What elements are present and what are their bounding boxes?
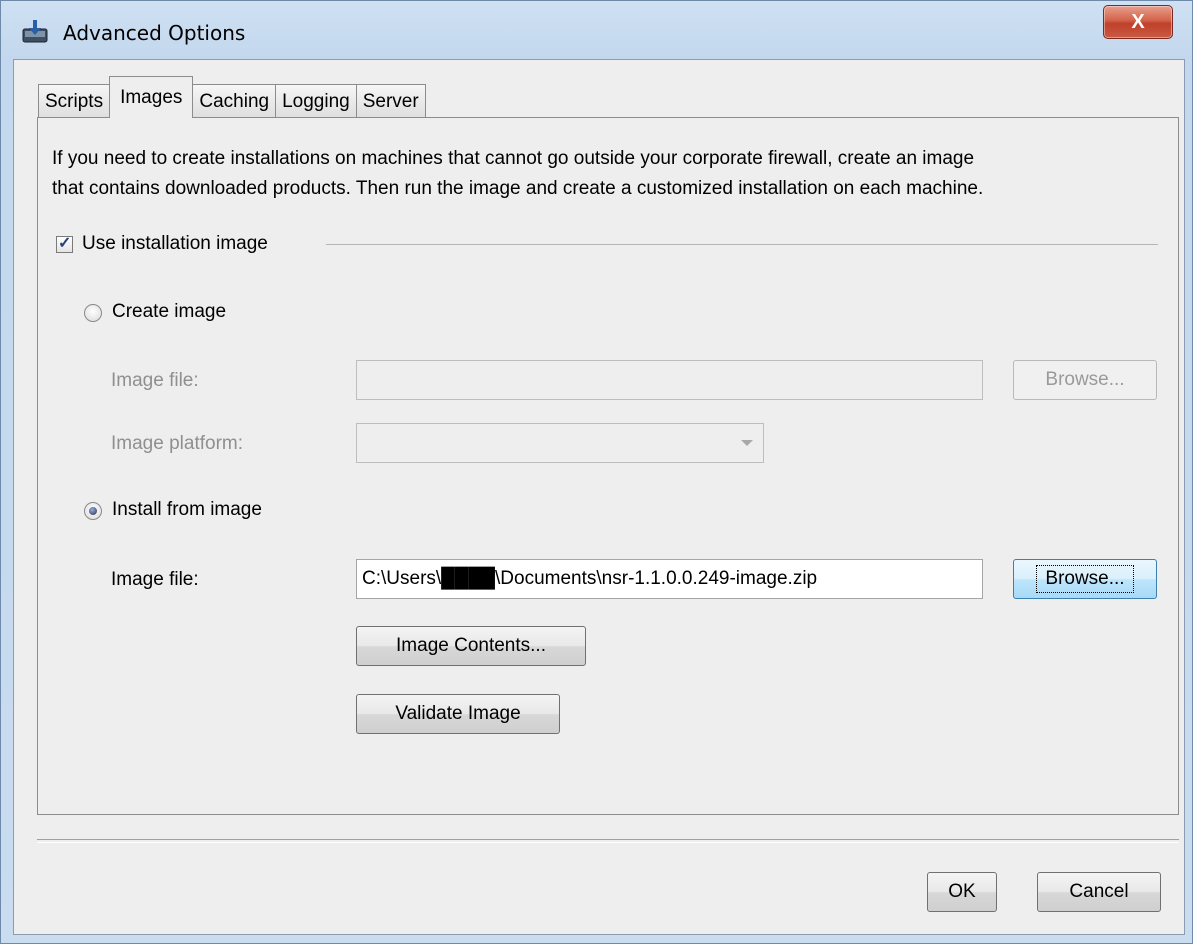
ok-button[interactable]: OK bbox=[927, 872, 997, 912]
create-image-browse-button[interactable]: Browse... bbox=[1013, 360, 1157, 400]
description-line-2: that contains downloaded products. Then … bbox=[52, 178, 984, 199]
tab-scripts[interactable]: Scripts bbox=[38, 84, 111, 118]
close-button[interactable]: X bbox=[1103, 5, 1173, 39]
image-platform-label: Image platform: bbox=[111, 433, 243, 454]
install-image-browse-label: Browse... bbox=[1036, 565, 1134, 593]
tab-logging[interactable]: Logging bbox=[275, 84, 357, 118]
tab-strip: Scripts Images Caching Logging Server bbox=[38, 76, 426, 118]
images-tab-panel: If you need to create installations on m… bbox=[37, 117, 1179, 815]
create-image-radio[interactable] bbox=[84, 304, 102, 322]
group-divider bbox=[326, 244, 1158, 245]
footer-separator bbox=[37, 839, 1179, 843]
install-image-browse-button[interactable]: Browse... bbox=[1013, 559, 1157, 599]
description-line-1: If you need to create installations on m… bbox=[52, 148, 975, 169]
create-image-label: Create image bbox=[112, 301, 227, 322]
install-image-file-input[interactable]: C:\Users\████\Documents\nsr-1.1.0.0.249-… bbox=[356, 559, 983, 599]
validate-image-button[interactable]: Validate Image bbox=[356, 694, 560, 734]
tab-caching[interactable]: Caching bbox=[192, 84, 277, 118]
radio-selected-dot bbox=[89, 507, 97, 515]
image-platform-select[interactable] bbox=[356, 423, 764, 463]
dialog-client-area: Scripts Images Caching Logging Server If… bbox=[13, 59, 1185, 935]
install-image-file-label: Image file: bbox=[111, 569, 199, 590]
tab-server[interactable]: Server bbox=[355, 84, 426, 118]
window-title: Advanced Options bbox=[63, 21, 246, 45]
create-image-file-input[interactable] bbox=[356, 360, 983, 400]
checkmark-icon: ✓ bbox=[58, 235, 72, 252]
download-installer-icon bbox=[21, 19, 49, 45]
close-icon: X bbox=[1131, 10, 1145, 33]
install-from-image-radio[interactable] bbox=[84, 502, 102, 520]
create-image-file-label: Image file: bbox=[111, 370, 199, 391]
install-from-image-label: Install from image bbox=[112, 499, 262, 520]
use-installation-image-label: Use installation image bbox=[82, 233, 268, 254]
tab-images[interactable]: Images bbox=[109, 76, 194, 118]
image-contents-button[interactable]: Image Contents... bbox=[356, 626, 586, 666]
cancel-button[interactable]: Cancel bbox=[1037, 872, 1161, 912]
title-bar[interactable]: Advanced Options X bbox=[1, 1, 1193, 59]
description-text: If you need to create installations on m… bbox=[52, 144, 1172, 204]
advanced-options-window: Advanced Options X Scripts Images Cachin… bbox=[0, 0, 1193, 944]
use-installation-image-checkbox[interactable]: ✓ bbox=[56, 235, 73, 253]
chevron-down-icon bbox=[741, 440, 753, 446]
